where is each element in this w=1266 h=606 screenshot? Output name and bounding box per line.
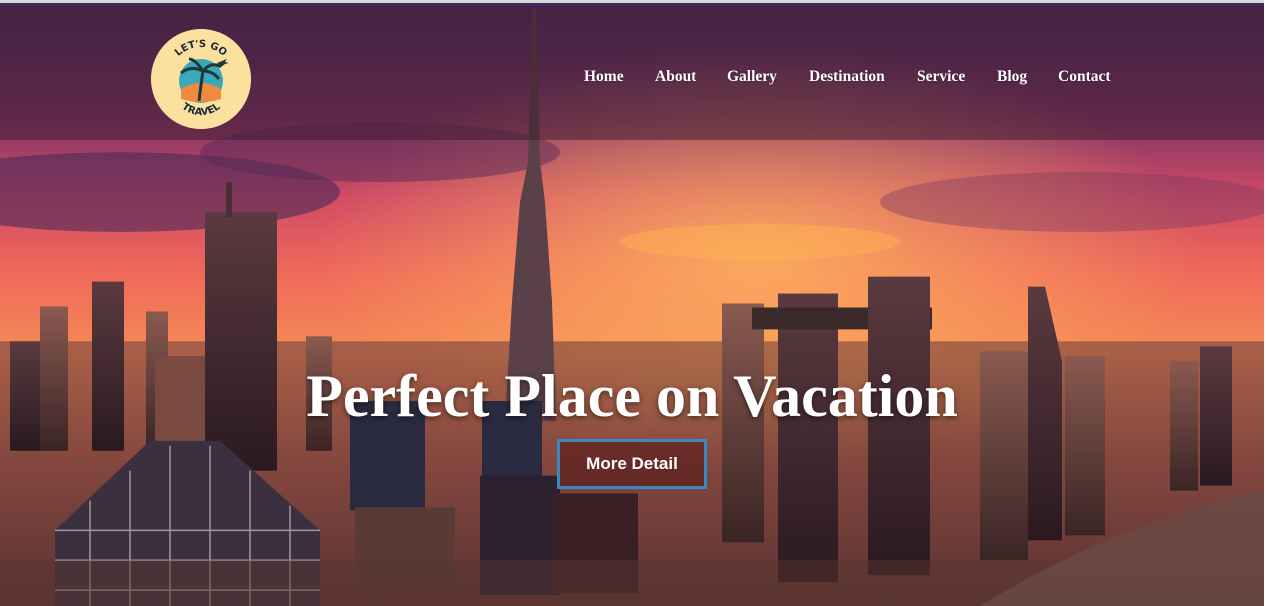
more-detail-button[interactable]: More Detail [557, 439, 707, 489]
nav-item-gallery[interactable]: Gallery [727, 68, 777, 86]
brand-logo[interactable]: LET'S GO TRAVEL [151, 29, 251, 129]
nav-item-contact[interactable]: Contact [1058, 68, 1111, 86]
nav-item-blog[interactable]: Blog [997, 68, 1027, 86]
hero-headline: Perfect Place on Vacation [306, 363, 958, 429]
nav-item-destination[interactable]: Destination [809, 68, 885, 86]
nav-item-home[interactable]: Home [584, 68, 624, 86]
nav-item-about[interactable]: About [655, 68, 696, 86]
nav-item-service[interactable]: Service [917, 68, 965, 86]
header-bar: LET'S GO TRAVEL Home About Gallery Desti… [0, 6, 1264, 140]
hero-section: LET'S GO TRAVEL Home About Gallery Desti… [0, 0, 1264, 606]
palm-tree-airplane-icon: LET'S GO TRAVEL [151, 29, 251, 129]
